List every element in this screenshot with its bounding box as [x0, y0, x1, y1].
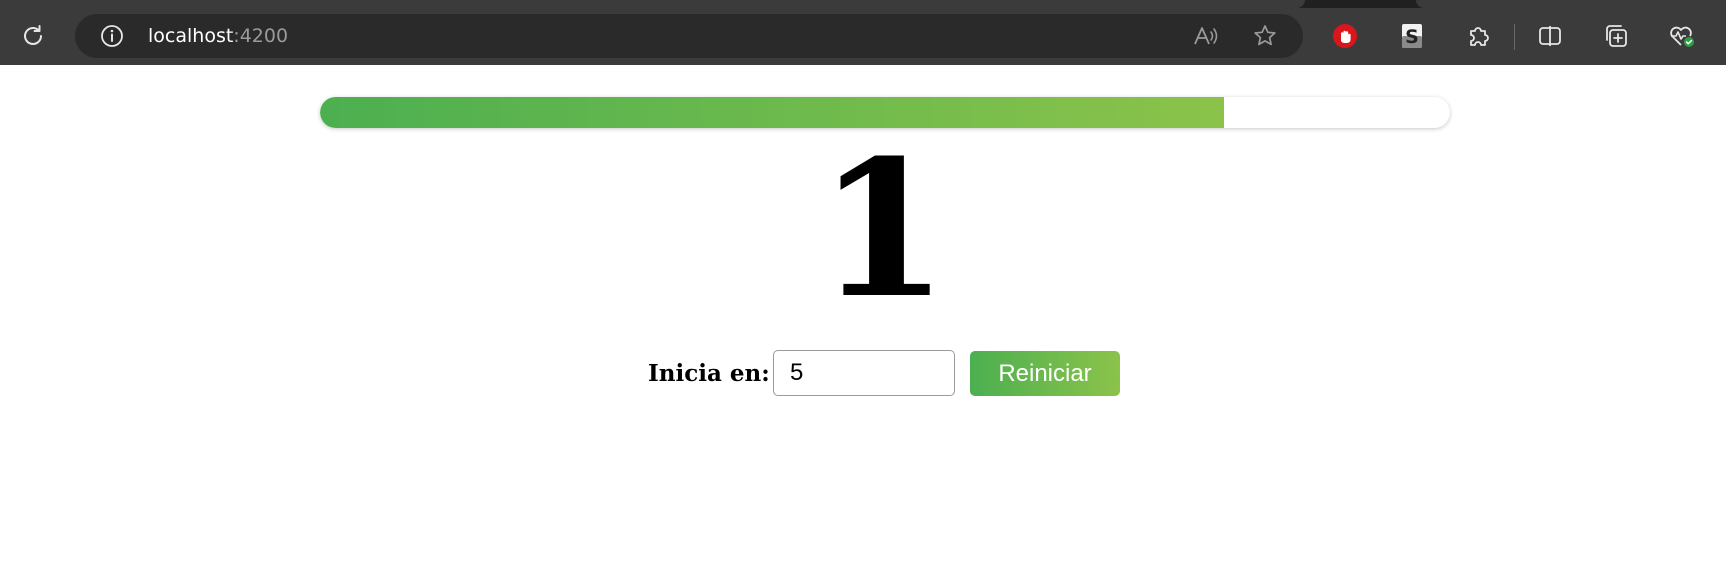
url-port: :4200: [233, 25, 289, 47]
reload-icon[interactable]: [18, 21, 48, 51]
split-screen-icon[interactable]: [1535, 21, 1565, 51]
active-tab-edge: [0, 0, 1305, 8]
toolbar-separator: [1514, 24, 1515, 50]
tab-edge-right: [1416, 0, 1726, 8]
svg-text:S: S: [1405, 26, 1419, 48]
browser-toolbar: localhost:4200 S: [0, 0, 1726, 65]
stop-hand-icon[interactable]: [1330, 21, 1360, 51]
progress-fill: [320, 97, 1224, 128]
puzzle-icon[interactable]: [1463, 21, 1493, 51]
reset-button[interactable]: Reiniciar: [970, 351, 1120, 396]
heartbeat-icon[interactable]: [1667, 21, 1697, 51]
url-host: localhost: [148, 25, 234, 47]
start-value-input[interactable]: [773, 350, 955, 396]
tab-strip: [0, 0, 1726, 8]
s-extension-icon[interactable]: S: [1397, 21, 1427, 51]
collections-icon[interactable]: [1601, 21, 1631, 51]
counter-value: 1: [817, 119, 949, 340]
start-label: Inicia en:: [648, 360, 770, 387]
star-icon[interactable]: [1250, 21, 1280, 51]
controls-row: Inicia en: Reiniciar: [0, 350, 1726, 398]
info-icon[interactable]: [97, 21, 127, 51]
read-aloud-icon[interactable]: [1191, 21, 1221, 51]
url-text[interactable]: localhost:4200: [148, 22, 288, 50]
